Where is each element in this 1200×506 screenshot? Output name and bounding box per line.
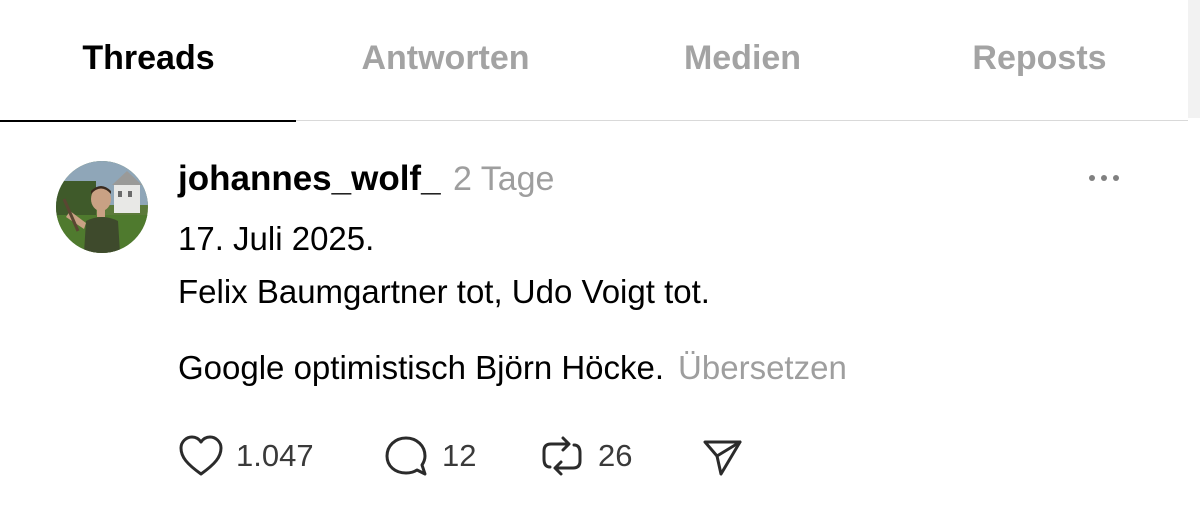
- tab-media[interactable]: Medien: [594, 0, 891, 120]
- avatar-image: [56, 161, 148, 253]
- speech-bubble-icon: [385, 436, 427, 476]
- repost-button[interactable]: 26: [538, 428, 632, 484]
- tab-threads-label: Threads: [82, 38, 215, 77]
- tab-reposts-label: Reposts: [972, 38, 1107, 77]
- thread-post[interactable]: johannes_wolf_ 2 Tage 17. Juli 2025. Fel…: [0, 122, 1200, 506]
- share-button[interactable]: [700, 428, 744, 484]
- tab-reposts[interactable]: Reposts: [891, 0, 1188, 120]
- send-icon: [703, 440, 742, 476]
- more-horizontal-icon[interactable]: [1084, 166, 1124, 190]
- tab-media-label: Medien: [683, 38, 802, 77]
- edge-bar: [1188, 0, 1200, 118]
- tab-replies-label: Antworten: [361, 38, 530, 77]
- post-username[interactable]: johannes_wolf_: [178, 159, 441, 199]
- like-count: 1.047: [236, 438, 314, 473]
- tab-replies[interactable]: Antworten: [297, 0, 594, 120]
- comment-button[interactable]: 12: [382, 428, 476, 484]
- post-text-line-2: Google optimistisch Björn Höcke.: [178, 349, 665, 386]
- heart-icon: [179, 435, 223, 476]
- post-text-date: 17. Juli 2025.: [178, 220, 375, 257]
- translate-link[interactable]: Übersetzen: [678, 349, 847, 386]
- post-text-line-2-row: Google optimistisch Björn Höcke. Übersetz…: [178, 348, 847, 388]
- comment-count: 12: [442, 438, 477, 473]
- profile-tabs: Threads Antworten Medien Reposts: [0, 0, 1188, 122]
- post-timestamp: 2 Tage: [453, 160, 555, 198]
- repost-count: 26: [598, 438, 633, 473]
- like-button[interactable]: 1.047: [178, 428, 314, 484]
- tab-threads[interactable]: Threads: [0, 0, 297, 120]
- post-text-line-1: Felix Baumgartner tot, Udo Voigt tot.: [178, 273, 710, 310]
- avatar[interactable]: [56, 161, 148, 253]
- repost-arrows-icon: [542, 436, 582, 476]
